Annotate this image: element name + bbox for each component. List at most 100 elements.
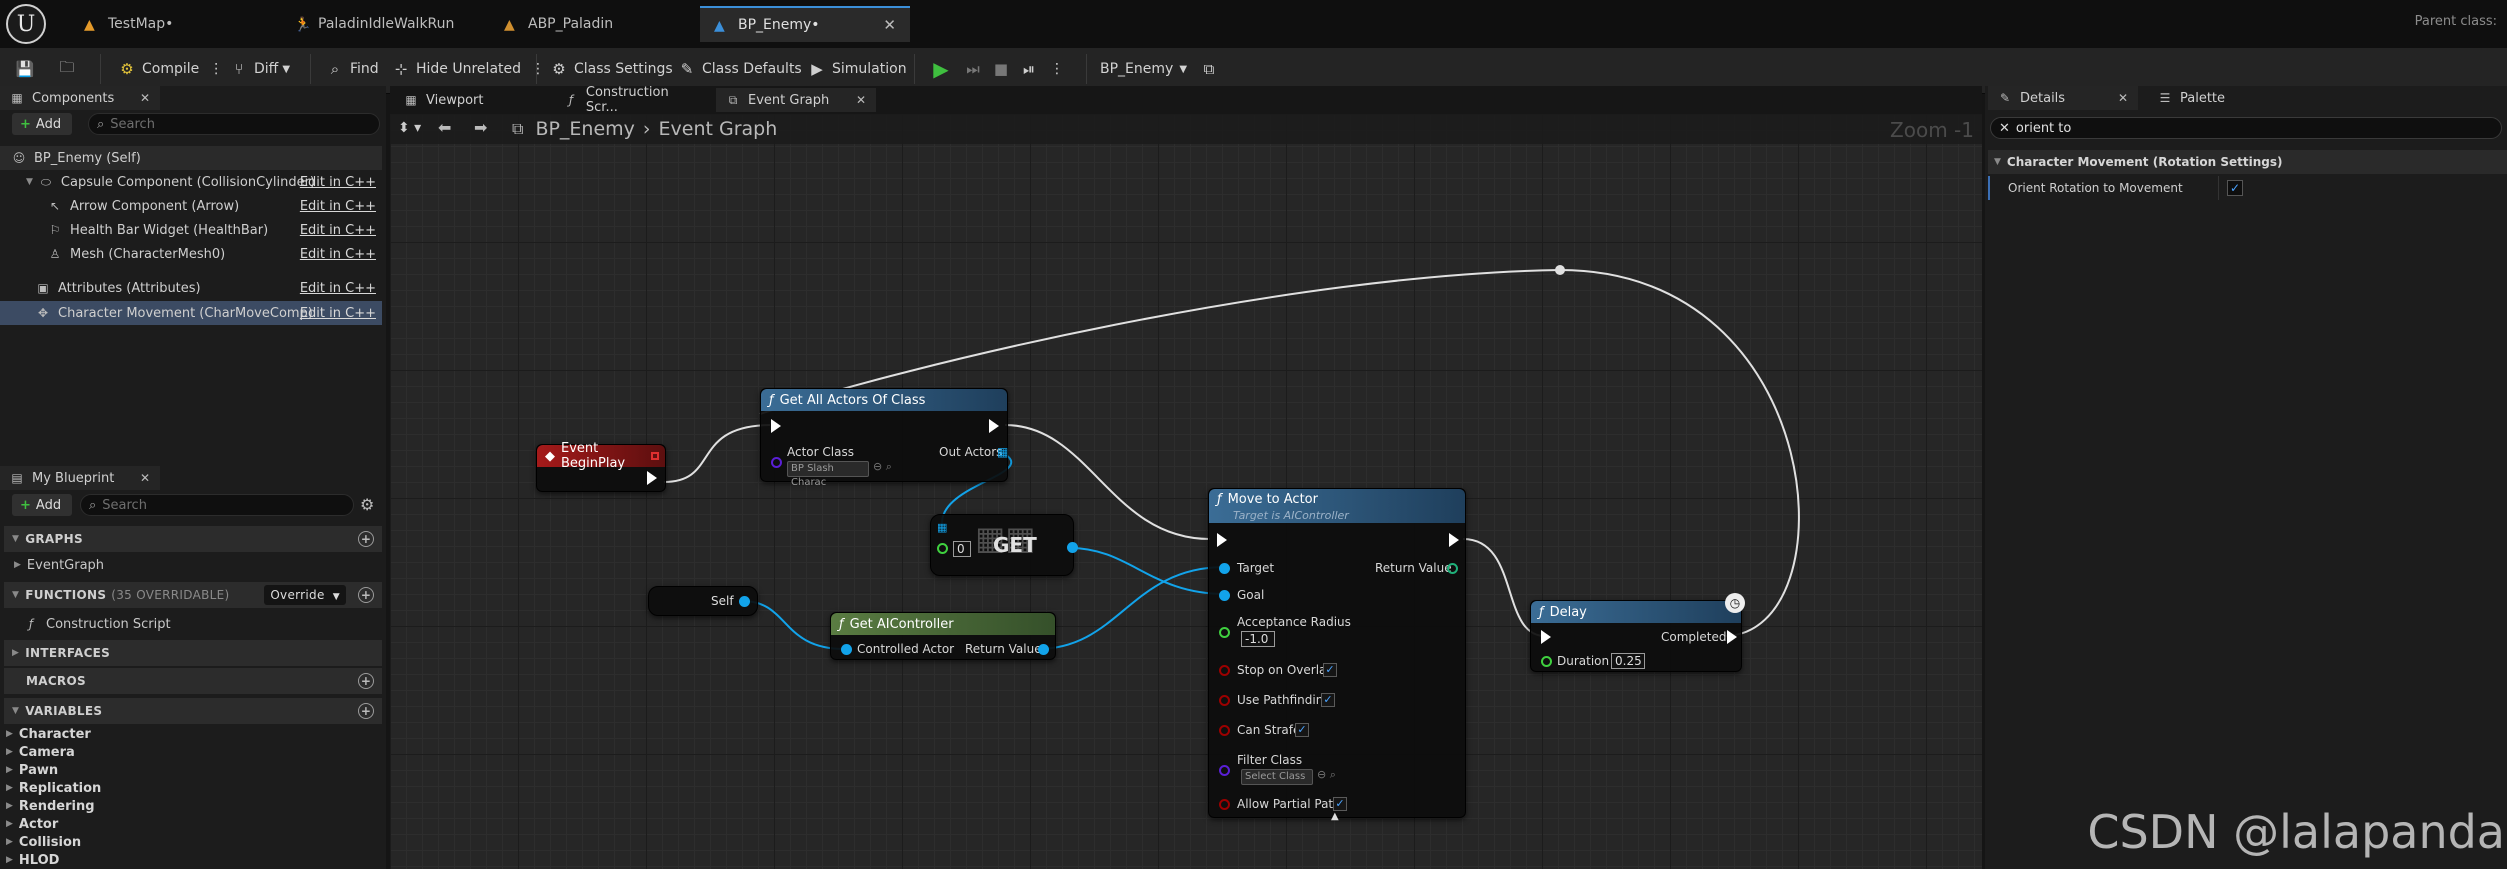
use-pathfinding-pin[interactable] <box>1219 695 1230 706</box>
event-graph-canvas[interactable]: ⬍ ▾ ⬅ ➡ ⧉ BP_Enemy › Event Graph Zoom -1… <box>390 114 1982 869</box>
variable-category-camera[interactable]: ▶ Camera <box>6 743 75 761</box>
edit-in-cpp-link[interactable]: Edit in C++ <box>300 175 376 190</box>
duration-pin[interactable] <box>1541 656 1552 667</box>
exec-in-pin[interactable] <box>1541 630 1551 644</box>
gear-icon[interactable]: ⚙ <box>360 495 380 515</box>
tab-details[interactable]: ✎ Details ✕ <box>1988 86 2138 110</box>
return-value-pin[interactable] <box>1038 644 1049 655</box>
doc-tab-bp-enemy[interactable]: ▲ BP_Enemy• ✕ <box>700 6 910 42</box>
close-icon[interactable]: ✕ <box>2118 91 2128 105</box>
override-dropdown[interactable]: Override ▼ <box>264 585 346 605</box>
node-get-aicontroller[interactable]: ƒ Get AIController Controlled Actor Retu… <box>830 612 1056 660</box>
actor-class-pin[interactable] <box>771 457 782 468</box>
filter-class-pin[interactable] <box>1219 765 1230 776</box>
browse-icons[interactable]: ⊖ ⌕ <box>873 460 892 474</box>
compile-button[interactable]: ⚙ Compile ⋮ <box>110 50 231 88</box>
delegate-pin[interactable] <box>651 452 659 460</box>
component-row-character-movement[interactable]: ✥ Character Movement (CharMoveComp) Edit… <box>0 301 382 325</box>
variable-category-replication[interactable]: ▶ Replication <box>6 779 101 797</box>
add-graph-icon[interactable]: + <box>358 531 374 547</box>
close-icon[interactable]: ✕ <box>883 16 896 34</box>
out-actors-array-pin[interactable]: ▦ <box>997 445 1008 459</box>
controlled-actor-pin[interactable] <box>841 644 852 655</box>
node-event-beginplay[interactable]: ◆ Event BeginPlay <box>536 441 666 492</box>
stop-on-overlap-pin[interactable] <box>1219 665 1230 676</box>
unreal-logo-icon[interactable]: U <box>6 4 46 44</box>
completed-pin[interactable] <box>1727 630 1737 644</box>
edit-in-cpp-link[interactable]: Edit in C++ <box>300 306 376 321</box>
component-row-arrow[interactable]: ↖ Arrow Component (Arrow) Edit in C++ <box>0 194 382 218</box>
hide-unrelated-button[interactable]: ⊹ Hide Unrelated ⋮ <box>384 50 553 88</box>
save-button[interactable]: 💾 <box>8 50 48 88</box>
doc-tab-testmap[interactable]: ▲ TestMap• <box>70 6 187 42</box>
play-options-button[interactable]: ⋮ <box>1042 50 1072 88</box>
exec-out-pin[interactable] <box>1449 533 1459 547</box>
tab-palette[interactable]: ☰ Palette <box>2148 86 2298 110</box>
find-button[interactable]: ⌕ Find <box>318 50 387 88</box>
stop-on-overlap-checkbox[interactable]: ✓ <box>1323 663 1337 677</box>
tab-construction-script[interactable]: ƒ Construction Scr... <box>554 85 714 115</box>
array-in-pin[interactable]: ▦ <box>937 521 947 534</box>
edit-in-cpp-link[interactable]: Edit in C++ <box>300 199 376 214</box>
breadcrumb-root[interactable]: BP_Enemy <box>535 118 634 140</box>
target-pin[interactable] <box>1219 563 1230 574</box>
forward-arrow-icon[interactable]: ➡ <box>474 118 487 137</box>
goal-pin[interactable] <box>1219 590 1230 601</box>
close-icon[interactable]: ✕ <box>856 93 866 107</box>
component-row-attributes[interactable]: ▣ Attributes (Attributes) Edit in C++ <box>0 276 382 300</box>
class-settings-button[interactable]: ⚙ Class Settings <box>542 50 681 88</box>
variable-category-hlod[interactable]: ▶ HLOD <box>6 851 59 869</box>
variable-category-pawn[interactable]: ▶ Pawn <box>6 761 58 779</box>
variables-section[interactable]: ▼ VARIABLES + <box>4 698 382 724</box>
filter-class-dropdown[interactable]: Select Class <box>1241 769 1313 785</box>
back-arrow-icon[interactable]: ⬅ <box>438 118 451 137</box>
edit-in-cpp-link[interactable]: Edit in C++ <box>300 223 376 238</box>
my-blueprint-search-input[interactable]: ⌕ Search <box>80 494 354 516</box>
exec-in-pin[interactable] <box>771 419 781 433</box>
expand-arrow-icon[interactable]: ▼ <box>26 177 33 187</box>
close-icon[interactable]: ✕ <box>140 471 150 485</box>
edit-in-cpp-link[interactable]: Edit in C++ <box>300 247 376 262</box>
graph-options-icon[interactable]: ⬍ ▾ <box>398 120 421 136</box>
debug-browse-button[interactable]: ⧉ <box>1192 50 1232 88</box>
add-component-button[interactable]: + Add <box>12 113 72 135</box>
node-self[interactable]: Self <box>648 586 758 616</box>
components-search-input[interactable]: ⌕ Search <box>88 113 380 135</box>
browse-icons[interactable]: ⊖ ⌕ <box>1317 768 1336 782</box>
debug-object-select[interactable]: BP_Enemy ▼ <box>1092 50 1195 88</box>
variable-category-collision[interactable]: ▶ Collision <box>6 833 81 851</box>
construction-script-item[interactable]: ƒ Construction Script <box>24 614 171 634</box>
simulation-button[interactable]: ▶ Simulation <box>800 50 915 88</box>
add-function-icon[interactable]: + <box>358 587 374 603</box>
variable-category-actor[interactable]: ▶ Actor <box>6 815 58 833</box>
exec-out-pin[interactable] <box>989 419 999 433</box>
add-variable-icon[interactable]: + <box>358 703 374 719</box>
node-array-get[interactable]: ▦▦ GET ▦ 0 <box>930 514 1078 576</box>
advanced-display-chevron-icon[interactable]: ▲ <box>1331 811 1339 822</box>
can-strafe-checkbox[interactable]: ✓ <box>1295 723 1309 737</box>
self-out-pin[interactable] <box>739 596 750 607</box>
variable-category-rendering[interactable]: ▶ Rendering <box>6 797 95 815</box>
index-pin[interactable] <box>937 543 948 554</box>
component-row-health-bar[interactable]: ⚐ Health Bar Widget (HealthBar) Edit in … <box>0 218 382 242</box>
exec-in-pin[interactable] <box>1217 533 1227 547</box>
node-move-to-actor[interactable]: ƒ Move to Actor Target is AIController T… <box>1208 488 1466 822</box>
node-get-all-actors-of-class[interactable]: ƒ Get All Actors Of Class Actor Class BP… <box>760 388 1008 488</box>
orient-rotation-checkbox[interactable]: ✓ <box>2227 180 2243 196</box>
item-out-pin[interactable] <box>1067 542 1078 553</box>
component-row-capsule[interactable]: ▼ ⬭ Capsule Component (CollisionCylinder… <box>0 170 382 194</box>
component-row-mesh[interactable]: ♙ Mesh (CharacterMesh0) Edit in C++ <box>0 242 382 266</box>
edit-in-cpp-link[interactable]: Edit in C++ <box>300 281 376 296</box>
index-value[interactable]: 0 <box>953 541 971 557</box>
event-graph-item[interactable]: ▶ EventGraph <box>14 555 104 575</box>
add-member-button[interactable]: + Add <box>12 494 72 516</box>
use-pathfinding-checkbox[interactable]: ✓ <box>1321 693 1335 707</box>
variable-category-character[interactable]: ▶ Character <box>6 725 91 743</box>
clear-search-icon[interactable]: ✕ <box>1999 121 2010 136</box>
return-value-pin[interactable] <box>1447 563 1458 574</box>
component-row-self[interactable]: ☺ BP_Enemy (Self) <box>0 146 382 170</box>
duration-value[interactable]: 0.25 <box>1611 653 1645 669</box>
graphs-section[interactable]: ▼ GRAPHS + <box>4 526 382 552</box>
actor-class-dropdown[interactable]: BP Slash Charac <box>787 461 869 488</box>
tab-viewport[interactable]: ▦ Viewport <box>394 88 544 112</box>
